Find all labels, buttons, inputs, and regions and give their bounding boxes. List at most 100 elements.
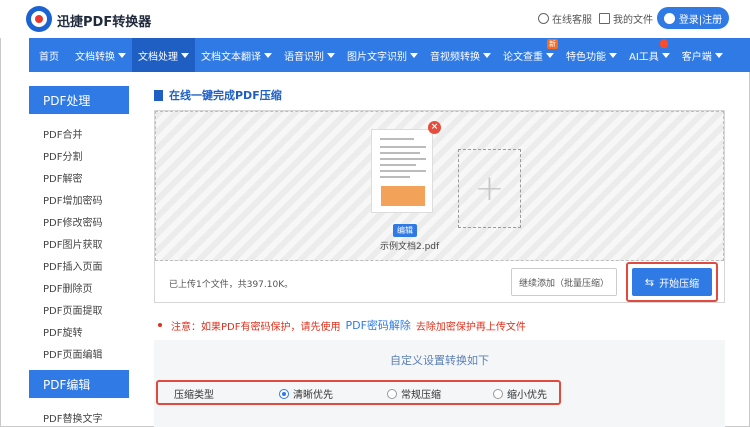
nav-home[interactable]: 首页 xyxy=(29,38,69,72)
page-title-text: 在线一键完成PDF压缩 xyxy=(169,89,282,102)
my-files-link[interactable]: 我的文件 xyxy=(599,11,653,26)
compress-type-row: 压缩类型 清晰优先 常规压缩 缩小优先 xyxy=(156,380,561,405)
sidebar-group-pdf-edit: PDF编辑 xyxy=(29,370,129,398)
nav-label: 文档文本翻译 xyxy=(201,51,261,63)
radio-label: 缩小优先 xyxy=(507,390,547,401)
remove-file-icon[interactable]: × xyxy=(428,121,441,134)
file-drop-zone[interactable]: × 编辑 示例文档2.pdf + xyxy=(155,111,724,261)
nav-doc-convert[interactable]: 文档转换 xyxy=(69,38,132,72)
chevron-down-icon xyxy=(714,52,723,58)
notice-text-pre: 注意：如果PDF有密码保护，请先使用 xyxy=(171,321,341,333)
fire-icon xyxy=(659,39,668,48)
chevron-down-icon xyxy=(483,52,491,58)
nav-label: 客户端 xyxy=(681,51,712,63)
radio-normal-compress[interactable]: 常规压缩 xyxy=(387,386,441,401)
start-compress-button[interactable]: ⇆ 开始压缩 xyxy=(632,268,712,296)
radio-icon xyxy=(493,388,503,399)
thumb-line xyxy=(380,170,426,172)
upload-summary: 已上传1个文件，共397.10K。 xyxy=(169,280,294,290)
continue-add-button[interactable]: 继续添加（批量压缩） xyxy=(511,268,617,296)
sidebar-item-pdf-split[interactable]: PDF分割 xyxy=(43,148,82,163)
thumb-line xyxy=(380,164,416,166)
my-files-label: 我的文件 xyxy=(613,15,653,26)
chevron-down-icon xyxy=(327,52,335,58)
thumb-line xyxy=(380,152,420,154)
nav-label: 文档转换 xyxy=(75,51,115,63)
sidebar-item-pdf-add-password[interactable]: PDF增加密码 xyxy=(43,192,102,207)
password-notice: 注意：如果PDF有密码保护，请先使用 PDF密码解除 去除加密保护再上传文件 xyxy=(158,317,526,333)
thumb-line xyxy=(380,158,426,160)
radio-label: 常规压缩 xyxy=(401,390,441,401)
new-badge: 新 xyxy=(547,39,558,49)
thumb-line xyxy=(380,146,426,148)
document-icon xyxy=(599,13,610,24)
sidebar-item-pdf-replace-text[interactable]: PDF替换文字 xyxy=(43,410,102,425)
sidebar-item-pdf-page-edit[interactable]: PDF页面编辑 xyxy=(43,346,102,361)
pdf-password-remove-link[interactable]: PDF密码解除 xyxy=(345,317,410,333)
nav-doc-translate[interactable]: 文档文本翻译 xyxy=(195,38,278,72)
nav-doc-process[interactable]: 文档处理 xyxy=(132,38,195,72)
sidebar-item-pdf-change-password[interactable]: PDF修改密码 xyxy=(43,214,102,229)
main-nav: 首页 文档转换 文档处理 文档文本翻译 语音识别 图片文字识别 音视频转换 论文… xyxy=(29,38,750,72)
sidebar-group-pdf-process: PDF处理 xyxy=(29,86,129,114)
brand-name[interactable]: 迅捷PDF转换器 xyxy=(57,11,151,30)
top-header: 迅捷PDF转换器 在线客服 我的文件 登录|注册 xyxy=(0,0,750,38)
chevron-down-icon xyxy=(609,52,617,58)
chevron-down-icon xyxy=(661,52,670,58)
start-compress-label: 开始压缩 xyxy=(659,278,700,290)
bullet-icon xyxy=(158,323,162,327)
nav-av-convert[interactable]: 音视频转换 xyxy=(424,38,497,72)
chevron-down-icon xyxy=(410,52,418,58)
login-register-button[interactable]: 登录|注册 xyxy=(657,7,729,29)
compress-type-label: 压缩类型 xyxy=(174,390,214,401)
notice-text-post: 去除加密保护再上传文件 xyxy=(415,321,526,333)
sidebar-item-pdf-image-extract[interactable]: PDF图片获取 xyxy=(43,236,102,251)
radio-clarity-first[interactable]: 清晰优先 xyxy=(279,386,333,401)
login-label: 登录|注册 xyxy=(678,14,723,26)
nav-ocr[interactable]: 图片文字识别 xyxy=(341,38,424,72)
add-file-slot[interactable]: + xyxy=(458,149,521,228)
page-title: 在线一键完成PDF压缩 xyxy=(154,87,282,103)
chevron-down-icon xyxy=(181,52,189,58)
nav-label: 首页 xyxy=(39,51,59,63)
nav-label: 特色功能 xyxy=(566,51,606,63)
user-icon xyxy=(663,12,675,24)
chevron-down-icon xyxy=(546,52,554,58)
customer-support-link[interactable]: 在线客服 xyxy=(538,11,592,26)
headset-icon xyxy=(538,13,549,24)
swap-icon: ⇆ xyxy=(644,275,655,289)
logo-icon[interactable] xyxy=(26,6,52,32)
plus-icon: + xyxy=(474,168,505,209)
chevron-down-icon xyxy=(118,52,126,58)
nav-plagiarism[interactable]: 论文查重新 xyxy=(497,38,560,72)
nav-client[interactable]: 客户端 xyxy=(676,38,729,72)
sidebar-item-pdf-decrypt[interactable]: PDF解密 xyxy=(43,170,82,185)
nav-ai-tools[interactable]: AI工具 xyxy=(623,38,676,72)
chevron-down-icon xyxy=(264,52,272,58)
sidebar-item-pdf-merge[interactable]: PDF合并 xyxy=(43,126,82,141)
thumb-chart xyxy=(381,186,425,206)
sidebar-item-pdf-delete-page[interactable]: PDF删除页 xyxy=(43,280,92,295)
upload-panel: × 编辑 示例文档2.pdf + 已上传1个文件，共397.10K。 继续添加（… xyxy=(154,110,725,303)
sidebar-item-pdf-page-extract[interactable]: PDF页面提取 xyxy=(43,302,102,317)
nav-label: 音视频转换 xyxy=(430,51,480,63)
nav-features[interactable]: 特色功能 xyxy=(560,38,623,72)
document-icon xyxy=(154,89,163,101)
radio-icon xyxy=(387,388,397,399)
nav-label: 语音识别 xyxy=(284,51,324,63)
sidebar-item-pdf-insert-page[interactable]: PDF插入页面 xyxy=(43,258,102,273)
nav-label: 图片文字识别 xyxy=(347,51,407,63)
sidebar-item-pdf-rotate[interactable]: PDF旋转 xyxy=(43,324,82,339)
nav-label: AI工具 xyxy=(629,51,659,63)
thumb-line xyxy=(380,138,414,140)
nav-speech[interactable]: 语音识别 xyxy=(278,38,341,72)
radio-selected-icon xyxy=(279,388,289,399)
settings-title: 自定义设置转换如下 xyxy=(390,354,489,367)
edit-file-button[interactable]: 编辑 xyxy=(393,224,417,237)
radio-label: 清晰优先 xyxy=(293,390,333,401)
settings-panel: 自定义设置转换如下 压缩类型 清晰优先 常规压缩 缩小优先 xyxy=(154,340,725,427)
support-label: 在线客服 xyxy=(552,15,592,26)
radio-size-first[interactable]: 缩小优先 xyxy=(493,386,547,401)
file-thumbnail[interactable] xyxy=(371,129,433,213)
nav-label: 文档处理 xyxy=(138,51,178,63)
